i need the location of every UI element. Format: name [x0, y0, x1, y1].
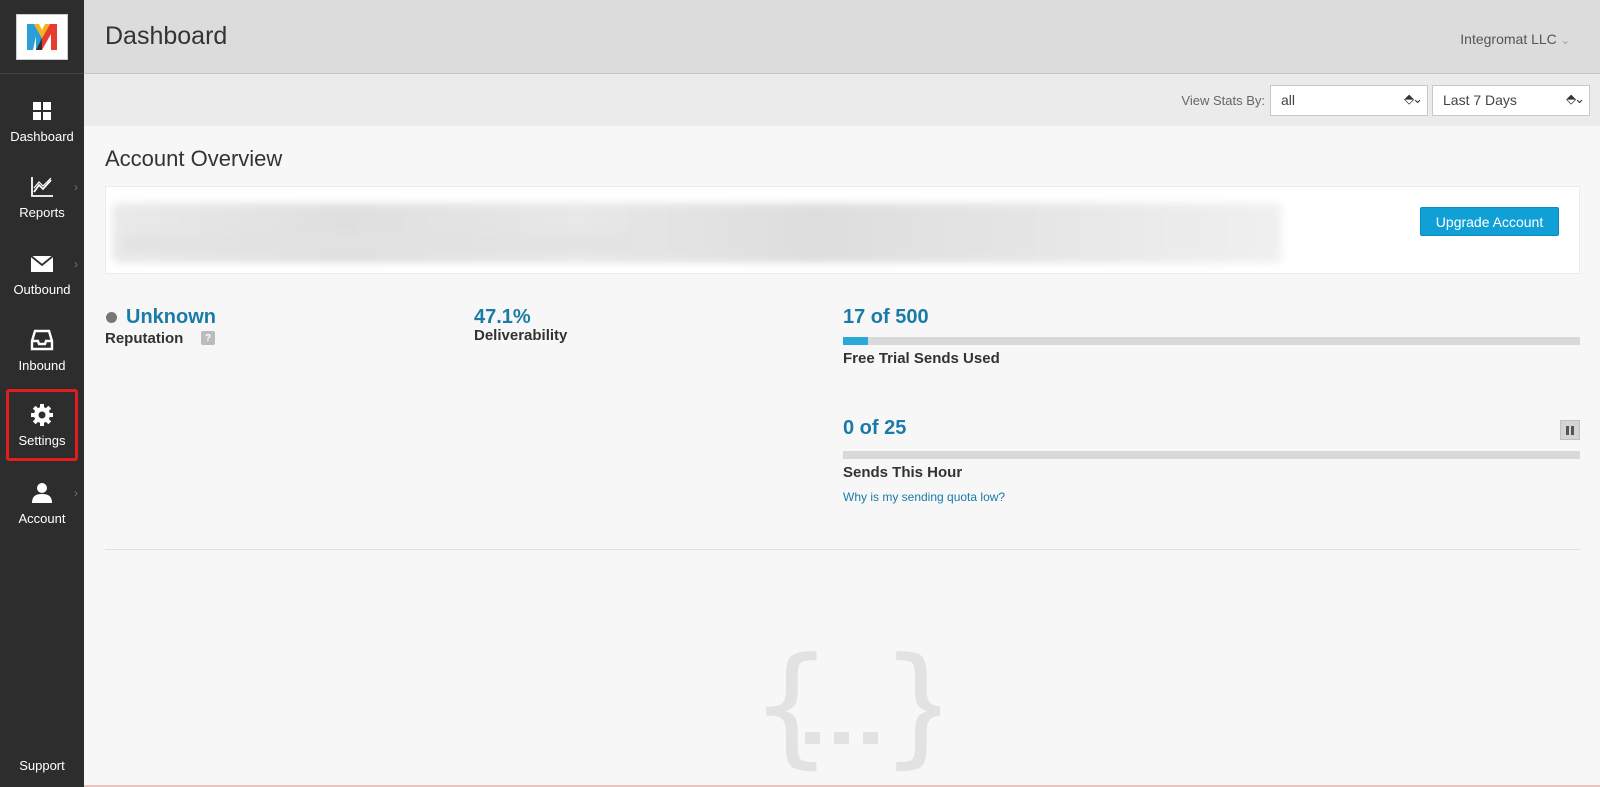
- inbox-icon: [29, 327, 55, 353]
- svg-text:}: }: [880, 640, 940, 775]
- account-notice: Upgrade Account: [105, 186, 1580, 274]
- status-dot-icon: [106, 312, 117, 323]
- chevron-right-icon: ›: [74, 486, 78, 500]
- account-name: Integromat LLC: [1460, 31, 1557, 47]
- select-arrows-icon: ⬘⌄: [1566, 91, 1585, 106]
- quota-help-link[interactable]: Why is my sending quota low?: [843, 490, 1005, 504]
- logo-container[interactable]: [0, 0, 84, 74]
- upgrade-account-button[interactable]: Upgrade Account: [1420, 207, 1559, 236]
- date-range-select[interactable]: Last 7 Days ⬘⌄: [1432, 85, 1590, 116]
- envelope-icon: [29, 251, 55, 277]
- sidebar-item-label: Dashboard: [10, 129, 74, 144]
- page-title: Dashboard: [105, 22, 228, 50]
- view-by-value: all: [1281, 92, 1296, 108]
- sidebar-item-outbound[interactable]: Outbound ›: [0, 239, 84, 309]
- sidebar-item-reports[interactable]: Reports ›: [0, 162, 84, 232]
- sidebar-item-dashboard[interactable]: Dashboard: [0, 86, 84, 156]
- chevron-right-icon: ›: [74, 257, 78, 271]
- sidebar-item-label: Settings: [18, 433, 66, 448]
- chevron-down-icon: ⌄: [1560, 35, 1570, 47]
- help-icon[interactable]: ?: [201, 331, 215, 345]
- reputation-value: Unknown: [126, 306, 216, 328]
- chevron-right-icon: ›: [74, 180, 78, 194]
- hourly-sends-label: Sends This Hour: [843, 464, 963, 481]
- sidebar-item-label: Inbound: [18, 358, 66, 373]
- pause-button[interactable]: [1560, 420, 1580, 440]
- top-header: Dashboard Integromat LLC ⌄: [84, 0, 1600, 74]
- sidebar-item-label: Account: [18, 511, 66, 526]
- section-title: Account Overview: [105, 146, 283, 171]
- sidebar-item-label: Outbound: [13, 282, 71, 297]
- select-arrows-icon: ⬘⌄: [1404, 91, 1423, 106]
- app-logo: [16, 13, 68, 60]
- gear-icon: [29, 402, 55, 428]
- support-link[interactable]: Support: [0, 758, 84, 773]
- hourly-sends-progress: [843, 451, 1580, 459]
- deliverability-label: Deliverability: [474, 327, 568, 344]
- sidebar-item-settings[interactable]: Settings: [6, 389, 78, 461]
- svg-text:{: {: [750, 640, 833, 775]
- progress-fill: [843, 337, 869, 345]
- chart-icon: [29, 174, 55, 200]
- trial-sends-label: Free Trial Sends Used: [843, 350, 1000, 367]
- grid-icon: [29, 98, 55, 124]
- loading-placeholder-icon: { }: [750, 629, 963, 781]
- deliverability-value: 47.1%: [474, 306, 531, 328]
- blurred-notice-text: [124, 235, 634, 251]
- view-stats-label: View Stats By:: [1181, 93, 1265, 108]
- sidebar-item-inbound[interactable]: Inbound: [0, 315, 84, 385]
- account-menu[interactable]: Integromat LLC ⌄: [1460, 31, 1570, 47]
- hourly-sends-value: 0 of 25: [843, 417, 907, 439]
- reputation-label: Reputation: [105, 330, 184, 347]
- date-range-value: Last 7 Days: [1443, 92, 1517, 108]
- sidebar-item-account[interactable]: Account ›: [0, 468, 84, 538]
- sidebar: Dashboard Reports › Outbound › Inbound S…: [0, 0, 84, 787]
- blurred-notice-text: [112, 203, 1282, 263]
- divider: [105, 549, 1580, 550]
- trial-sends-value: 17 of 500: [843, 306, 929, 328]
- filter-bar: View Stats By: all ⬘⌄ Last 7 Days ⬘⌄: [84, 74, 1600, 126]
- sidebar-item-label: Reports: [19, 205, 65, 220]
- view-by-select[interactable]: all ⬘⌄: [1270, 85, 1428, 116]
- trial-sends-progress: [843, 337, 1580, 345]
- user-icon: [29, 480, 55, 506]
